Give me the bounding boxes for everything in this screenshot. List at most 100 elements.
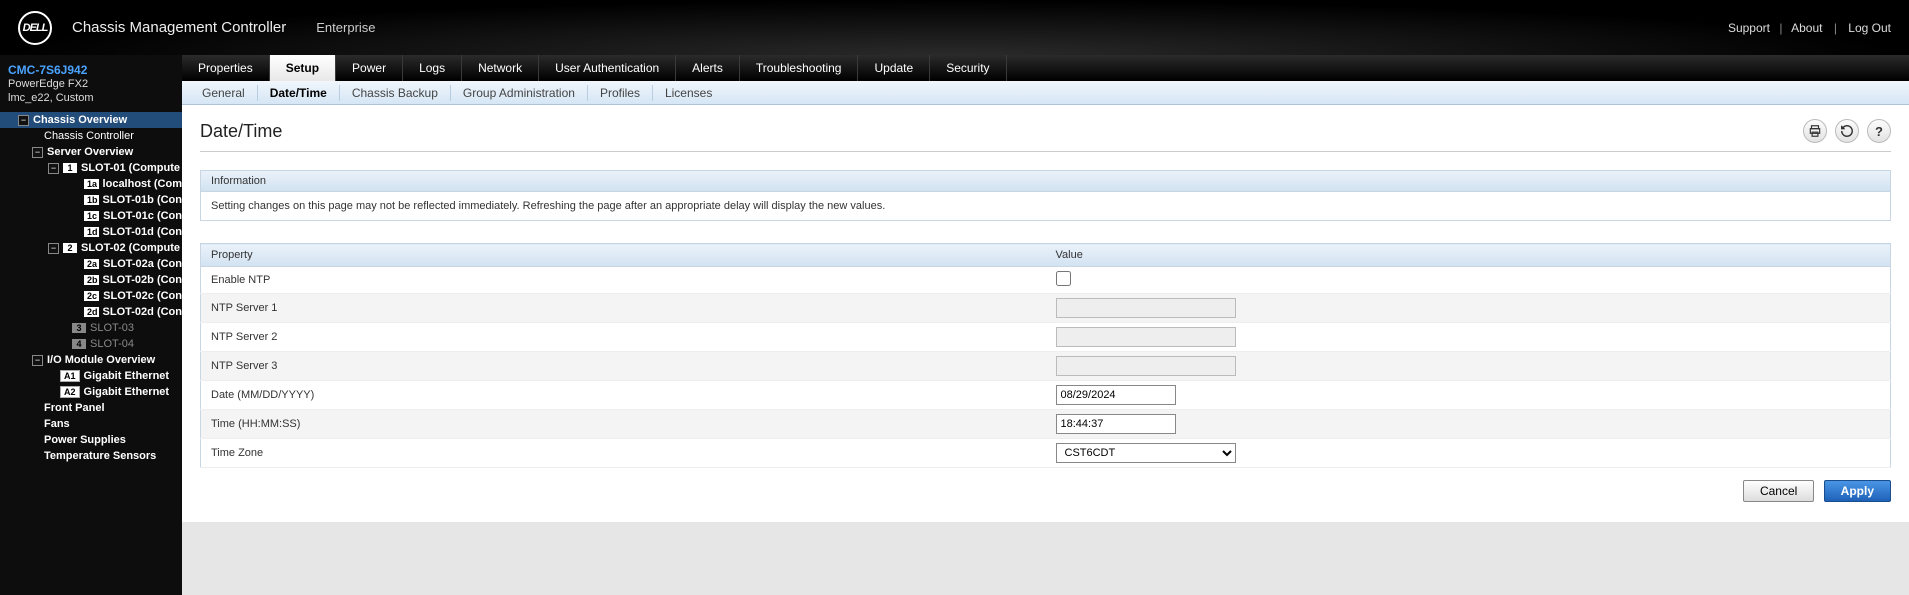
label-timezone: Time Zone xyxy=(201,439,1046,468)
label-enable-ntp: Enable NTP xyxy=(201,267,1046,294)
refresh-icon[interactable] xyxy=(1835,119,1859,143)
tree-label: SLOT-02 (Compute xyxy=(81,242,180,254)
button-row: Cancel Apply xyxy=(200,480,1891,508)
tree-io-a1[interactable]: A1 Gigabit Ethernet xyxy=(0,368,182,384)
tree-fans[interactable]: Fans xyxy=(0,416,182,432)
separator: | xyxy=(1779,21,1782,35)
tree-slot-01c[interactable]: 1c SLOT-01c (Con xyxy=(0,208,182,224)
separator: | xyxy=(1834,21,1837,35)
tree-label: SLOT-02b (Con xyxy=(103,274,182,286)
tree-slot-02d[interactable]: 2d SLOT-02d (Con xyxy=(0,304,182,320)
tab-logs[interactable]: Logs xyxy=(403,55,462,81)
label-ntp2: NTP Server 2 xyxy=(201,323,1046,352)
tab-network[interactable]: Network xyxy=(462,55,539,81)
tree-slot-04[interactable]: 4 SLOT-04 xyxy=(0,336,182,352)
input-time[interactable] xyxy=(1056,414,1176,434)
primary-tabs: Properties Setup Power Logs Network User… xyxy=(182,55,1909,81)
label-date: Date (MM/DD/YYYY) xyxy=(201,381,1046,410)
input-date[interactable] xyxy=(1056,385,1176,405)
tree-label: Temperature Sensors xyxy=(44,450,156,462)
slot-badge: 1c xyxy=(84,211,99,221)
subtab-general[interactable]: General xyxy=(190,85,258,101)
tree-chassis-controller[interactable]: Chassis Controller xyxy=(0,128,182,144)
col-value: Value xyxy=(1046,244,1891,267)
collapse-icon[interactable]: − xyxy=(32,355,43,366)
tree-slot-01b[interactable]: 1b SLOT-01b (Con xyxy=(0,192,182,208)
subtab-datetime[interactable]: Date/Time xyxy=(258,85,340,101)
label-ntp1: NTP Server 1 xyxy=(201,294,1046,323)
tree-label: SLOT-01 (Compute xyxy=(81,162,180,174)
tree-server-overview[interactable]: − Server Overview xyxy=(0,144,182,160)
row-timezone: Time Zone CST6CDT xyxy=(201,439,1891,468)
top-header: DELL Chassis Management Controller Enter… xyxy=(0,0,1909,55)
tree-front-panel[interactable]: Front Panel xyxy=(0,400,182,416)
tree-label: localhost (Com xyxy=(103,178,182,190)
apply-button[interactable]: Apply xyxy=(1824,480,1891,502)
tree-label: Fans xyxy=(44,418,70,430)
info-box: Information Setting changes on this page… xyxy=(200,170,1891,221)
slot-badge: 1a xyxy=(84,179,99,189)
subtab-group-administration[interactable]: Group Administration xyxy=(451,85,588,101)
tree-io-overview[interactable]: − I/O Module Overview xyxy=(0,352,182,368)
tree-label: I/O Module Overview xyxy=(47,354,155,366)
device-location: lmc_e22, Custom xyxy=(0,92,182,106)
input-ntp3[interactable] xyxy=(1056,356,1236,376)
tab-update[interactable]: Update xyxy=(858,55,930,81)
tree-temperature-sensors[interactable]: Temperature Sensors xyxy=(0,448,182,464)
tree-label: SLOT-01c (Con xyxy=(103,210,182,222)
subtab-profiles[interactable]: Profiles xyxy=(588,85,653,101)
subtab-chassis-backup[interactable]: Chassis Backup xyxy=(340,85,451,101)
nav-tree: − Chassis Overview Chassis Controller − … xyxy=(0,112,182,464)
tree-power-supplies[interactable]: Power Supplies xyxy=(0,432,182,448)
row-date: Date (MM/DD/YYYY) xyxy=(201,381,1891,410)
subtab-licenses[interactable]: Licenses xyxy=(653,85,724,101)
tab-user-authentication[interactable]: User Authentication xyxy=(539,55,676,81)
tree-label: SLOT-01d (Con xyxy=(103,226,182,238)
collapse-icon[interactable]: − xyxy=(48,163,59,174)
tree-slot-03[interactable]: 3 SLOT-03 xyxy=(0,320,182,336)
tree-slot-02b[interactable]: 2b SLOT-02b (Con xyxy=(0,272,182,288)
collapse-icon[interactable]: − xyxy=(32,147,43,158)
tree-label: Gigabit Ethernet xyxy=(84,386,170,398)
checkbox-enable-ntp[interactable] xyxy=(1056,271,1071,286)
tree-slot-02[interactable]: − 2 SLOT-02 (Compute xyxy=(0,240,182,256)
tab-properties[interactable]: Properties xyxy=(182,55,270,81)
slot-badge: 2a xyxy=(84,259,99,269)
device-id[interactable]: CMC-7S6J942 xyxy=(0,59,182,78)
tree-label: Chassis Overview xyxy=(33,114,127,126)
tree-slot-01a[interactable]: 1a localhost (Com xyxy=(0,176,182,192)
tab-troubleshooting[interactable]: Troubleshooting xyxy=(740,55,859,81)
tab-security[interactable]: Security xyxy=(930,55,1006,81)
slot-badge: A1 xyxy=(60,370,80,382)
tree-label: Chassis Controller xyxy=(44,130,134,142)
tree-slot-01[interactable]: − 1 SLOT-01 (Compute xyxy=(0,160,182,176)
select-timezone[interactable]: CST6CDT xyxy=(1056,443,1236,463)
tree-slot-01d[interactable]: 1d SLOT-01d (Con xyxy=(0,224,182,240)
print-icon[interactable] xyxy=(1803,119,1827,143)
input-ntp1[interactable] xyxy=(1056,298,1236,318)
help-icon[interactable]: ? xyxy=(1867,119,1891,143)
info-body: Setting changes on this page may not be … xyxy=(201,192,1890,220)
tree-chassis-overview[interactable]: − Chassis Overview xyxy=(0,112,182,128)
support-link[interactable]: Support xyxy=(1728,21,1770,35)
col-property: Property xyxy=(201,244,1046,267)
collapse-icon[interactable]: − xyxy=(18,115,29,126)
tab-setup[interactable]: Setup xyxy=(270,55,336,81)
input-ntp2[interactable] xyxy=(1056,327,1236,347)
slot-badge: 2 xyxy=(63,243,77,253)
row-time: Time (HH:MM:SS) xyxy=(201,410,1891,439)
cancel-button[interactable]: Cancel xyxy=(1743,480,1814,502)
collapse-icon[interactable]: − xyxy=(48,243,59,254)
logout-link[interactable]: Log Out xyxy=(1848,21,1891,35)
tab-alerts[interactable]: Alerts xyxy=(676,55,740,81)
tree-label: SLOT-02c (Con xyxy=(103,290,182,302)
about-link[interactable]: About xyxy=(1791,21,1822,35)
top-links: Support | About | Log Out xyxy=(1728,21,1891,35)
tab-power[interactable]: Power xyxy=(336,55,403,81)
slot-badge: A2 xyxy=(60,386,80,398)
tree-slot-02c[interactable]: 2c SLOT-02c (Con xyxy=(0,288,182,304)
tree-slot-02a[interactable]: 2a SLOT-02a (Con xyxy=(0,256,182,272)
page-title: Date/Time xyxy=(200,121,282,142)
tree-io-a2[interactable]: A2 Gigabit Ethernet xyxy=(0,384,182,400)
app-subtitle: Enterprise xyxy=(316,20,375,35)
